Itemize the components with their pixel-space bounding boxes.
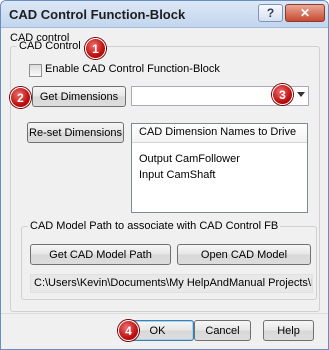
callout-marker-3: 3 bbox=[272, 84, 293, 105]
open-cad-model-button[interactable]: Open CAD Model bbox=[177, 244, 311, 265]
footer-divider bbox=[1, 313, 328, 314]
title-bar[interactable]: CAD Control Function-Block ? ✕ bbox=[1, 1, 328, 28]
list-column-header[interactable]: CAD Dimension Names to Drive bbox=[132, 124, 307, 143]
cad-model-path-field[interactable]: C:\Users\Kevin\Documents\My HelpAndManua… bbox=[30, 274, 313, 293]
help-title-button[interactable]: ? bbox=[258, 4, 283, 22]
model-path-legend: CAD Model Path to associate with CAD Con… bbox=[30, 220, 279, 232]
list-item[interactable]: Input CamShaft bbox=[139, 169, 215, 181]
callout-marker-4: 4 bbox=[118, 320, 139, 341]
cad-control-legend: CAD Control bbox=[19, 40, 81, 52]
dialog-window: CAD Control Function-Block ? ✕ CAD contr… bbox=[0, 0, 329, 350]
list-item[interactable]: Output CamFollower bbox=[139, 153, 240, 165]
reset-dimensions-button[interactable]: Re-set Dimensions bbox=[27, 122, 124, 143]
chevron-down-icon[interactable] bbox=[297, 92, 305, 97]
get-cad-model-path-button[interactable]: Get CAD Model Path bbox=[30, 244, 171, 265]
enable-cad-control-checkbox[interactable] bbox=[29, 64, 42, 77]
close-button[interactable]: ✕ bbox=[285, 4, 325, 22]
callout-marker-2: 2 bbox=[10, 87, 31, 108]
callout-marker-1: 1 bbox=[85, 38, 106, 59]
get-dimensions-button[interactable]: Get Dimensions bbox=[32, 86, 126, 107]
window-title: CAD Control Function-Block bbox=[9, 7, 186, 22]
help-button[interactable]: Help bbox=[263, 320, 314, 341]
enable-cad-control-label[interactable]: Enable CAD Control Function-Block bbox=[45, 63, 220, 75]
dimension-names-list[interactable]: CAD Dimension Names to Drive Output CamF… bbox=[131, 123, 308, 213]
cancel-button[interactable]: Cancel bbox=[194, 320, 251, 341]
